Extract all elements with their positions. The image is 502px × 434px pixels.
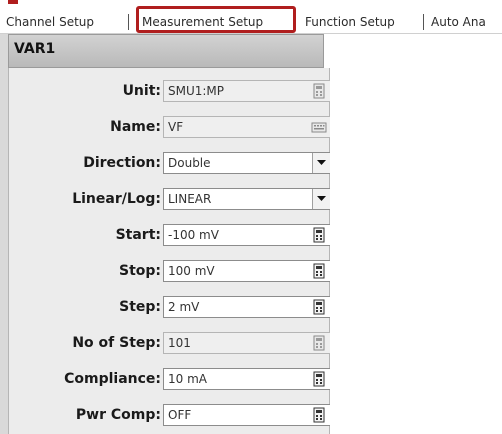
stop-label: Stop: (118, 263, 161, 279)
dropdown-arrow-icon[interactable] (312, 153, 330, 173)
calculator-icon[interactable] (310, 82, 328, 100)
linear-log-row: Linear/Log: LINEAR (9, 188, 331, 224)
calculator-icon[interactable] (310, 226, 328, 244)
pwr-comp-value: OFF (168, 408, 192, 422)
step-field[interactable]: 2 mV (163, 296, 331, 318)
start-row: Start: -100 mV (9, 224, 331, 260)
keyboard-icon[interactable] (310, 118, 328, 136)
pwr-comp-label: Pwr Comp: (75, 407, 161, 423)
calculator-icon[interactable] (310, 262, 328, 280)
direction-select[interactable]: Double (163, 152, 331, 174)
direction-value: Double (168, 156, 211, 170)
var1-panel-header: VAR1 (8, 34, 324, 68)
step-value: 2 mV (168, 300, 200, 314)
unit-row: Unit: SMU1:MP (9, 80, 331, 116)
no-of-step-row: No of Step: 101 (9, 332, 331, 368)
start-value: -100 mV (168, 228, 219, 242)
stop-value: 100 mV (168, 264, 215, 278)
stop-row: Stop: 100 mV (9, 260, 331, 296)
tab-strip-marker (8, 0, 18, 4)
compliance-row: Compliance: 10 mA (9, 368, 331, 404)
compliance-label: Compliance: (64, 371, 161, 387)
tab-strip: Channel Setup Measurement Setup Function… (0, 0, 502, 34)
direction-label: Direction: (83, 155, 161, 171)
linear-log-value: LINEAR (168, 192, 212, 206)
stop-field[interactable]: 100 mV (163, 260, 331, 282)
active-tab-highlight (136, 6, 296, 33)
pwr-comp-field[interactable]: OFF (163, 404, 331, 426)
calculator-icon[interactable] (310, 298, 328, 316)
calculator-icon[interactable] (310, 370, 328, 388)
linear-log-select[interactable]: LINEAR (163, 188, 331, 210)
pwr-comp-row: Pwr Comp: OFF (9, 404, 331, 434)
tab-divider (128, 14, 129, 30)
no-of-step-field[interactable]: 101 (163, 332, 331, 354)
unit-label: Unit: (122, 83, 161, 99)
calculator-icon[interactable] (310, 406, 328, 424)
tab-auto-analysis[interactable]: Auto Ana (431, 12, 486, 32)
dropdown-arrow-icon[interactable] (312, 189, 330, 209)
var1-panel-title: VAR1 (14, 41, 56, 57)
tab-channel-setup[interactable]: Channel Setup (6, 12, 94, 32)
tab-function-setup[interactable]: Function Setup (305, 12, 395, 32)
empty-workspace (330, 34, 502, 434)
step-label: Step: (119, 299, 161, 315)
calculator-icon[interactable] (310, 334, 328, 352)
name-label: Name: (110, 119, 161, 135)
start-field[interactable]: -100 mV (163, 224, 331, 246)
tab-divider (423, 14, 424, 30)
panel-left-edge (0, 34, 8, 434)
direction-row: Direction: Double (9, 152, 331, 188)
name-value: VF (168, 120, 184, 134)
name-row: Name: VF (9, 116, 331, 152)
compliance-field[interactable]: 10 mA (163, 368, 331, 390)
measurement-setup-window: Channel Setup Measurement Setup Function… (0, 0, 502, 434)
var1-panel-body: Unit: SMU1:MP Name: VF Direction: Double (8, 68, 331, 434)
step-row: Step: 2 mV (9, 296, 331, 332)
linear-log-label: Linear/Log: (72, 191, 161, 207)
unit-field[interactable]: SMU1:MP (163, 80, 331, 102)
no-of-step-label: No of Step: (72, 335, 161, 351)
name-field[interactable]: VF (163, 116, 331, 138)
start-label: Start: (115, 227, 161, 243)
compliance-value: 10 mA (168, 372, 207, 386)
no-of-step-value: 101 (168, 336, 191, 350)
unit-value: SMU1:MP (168, 84, 225, 98)
